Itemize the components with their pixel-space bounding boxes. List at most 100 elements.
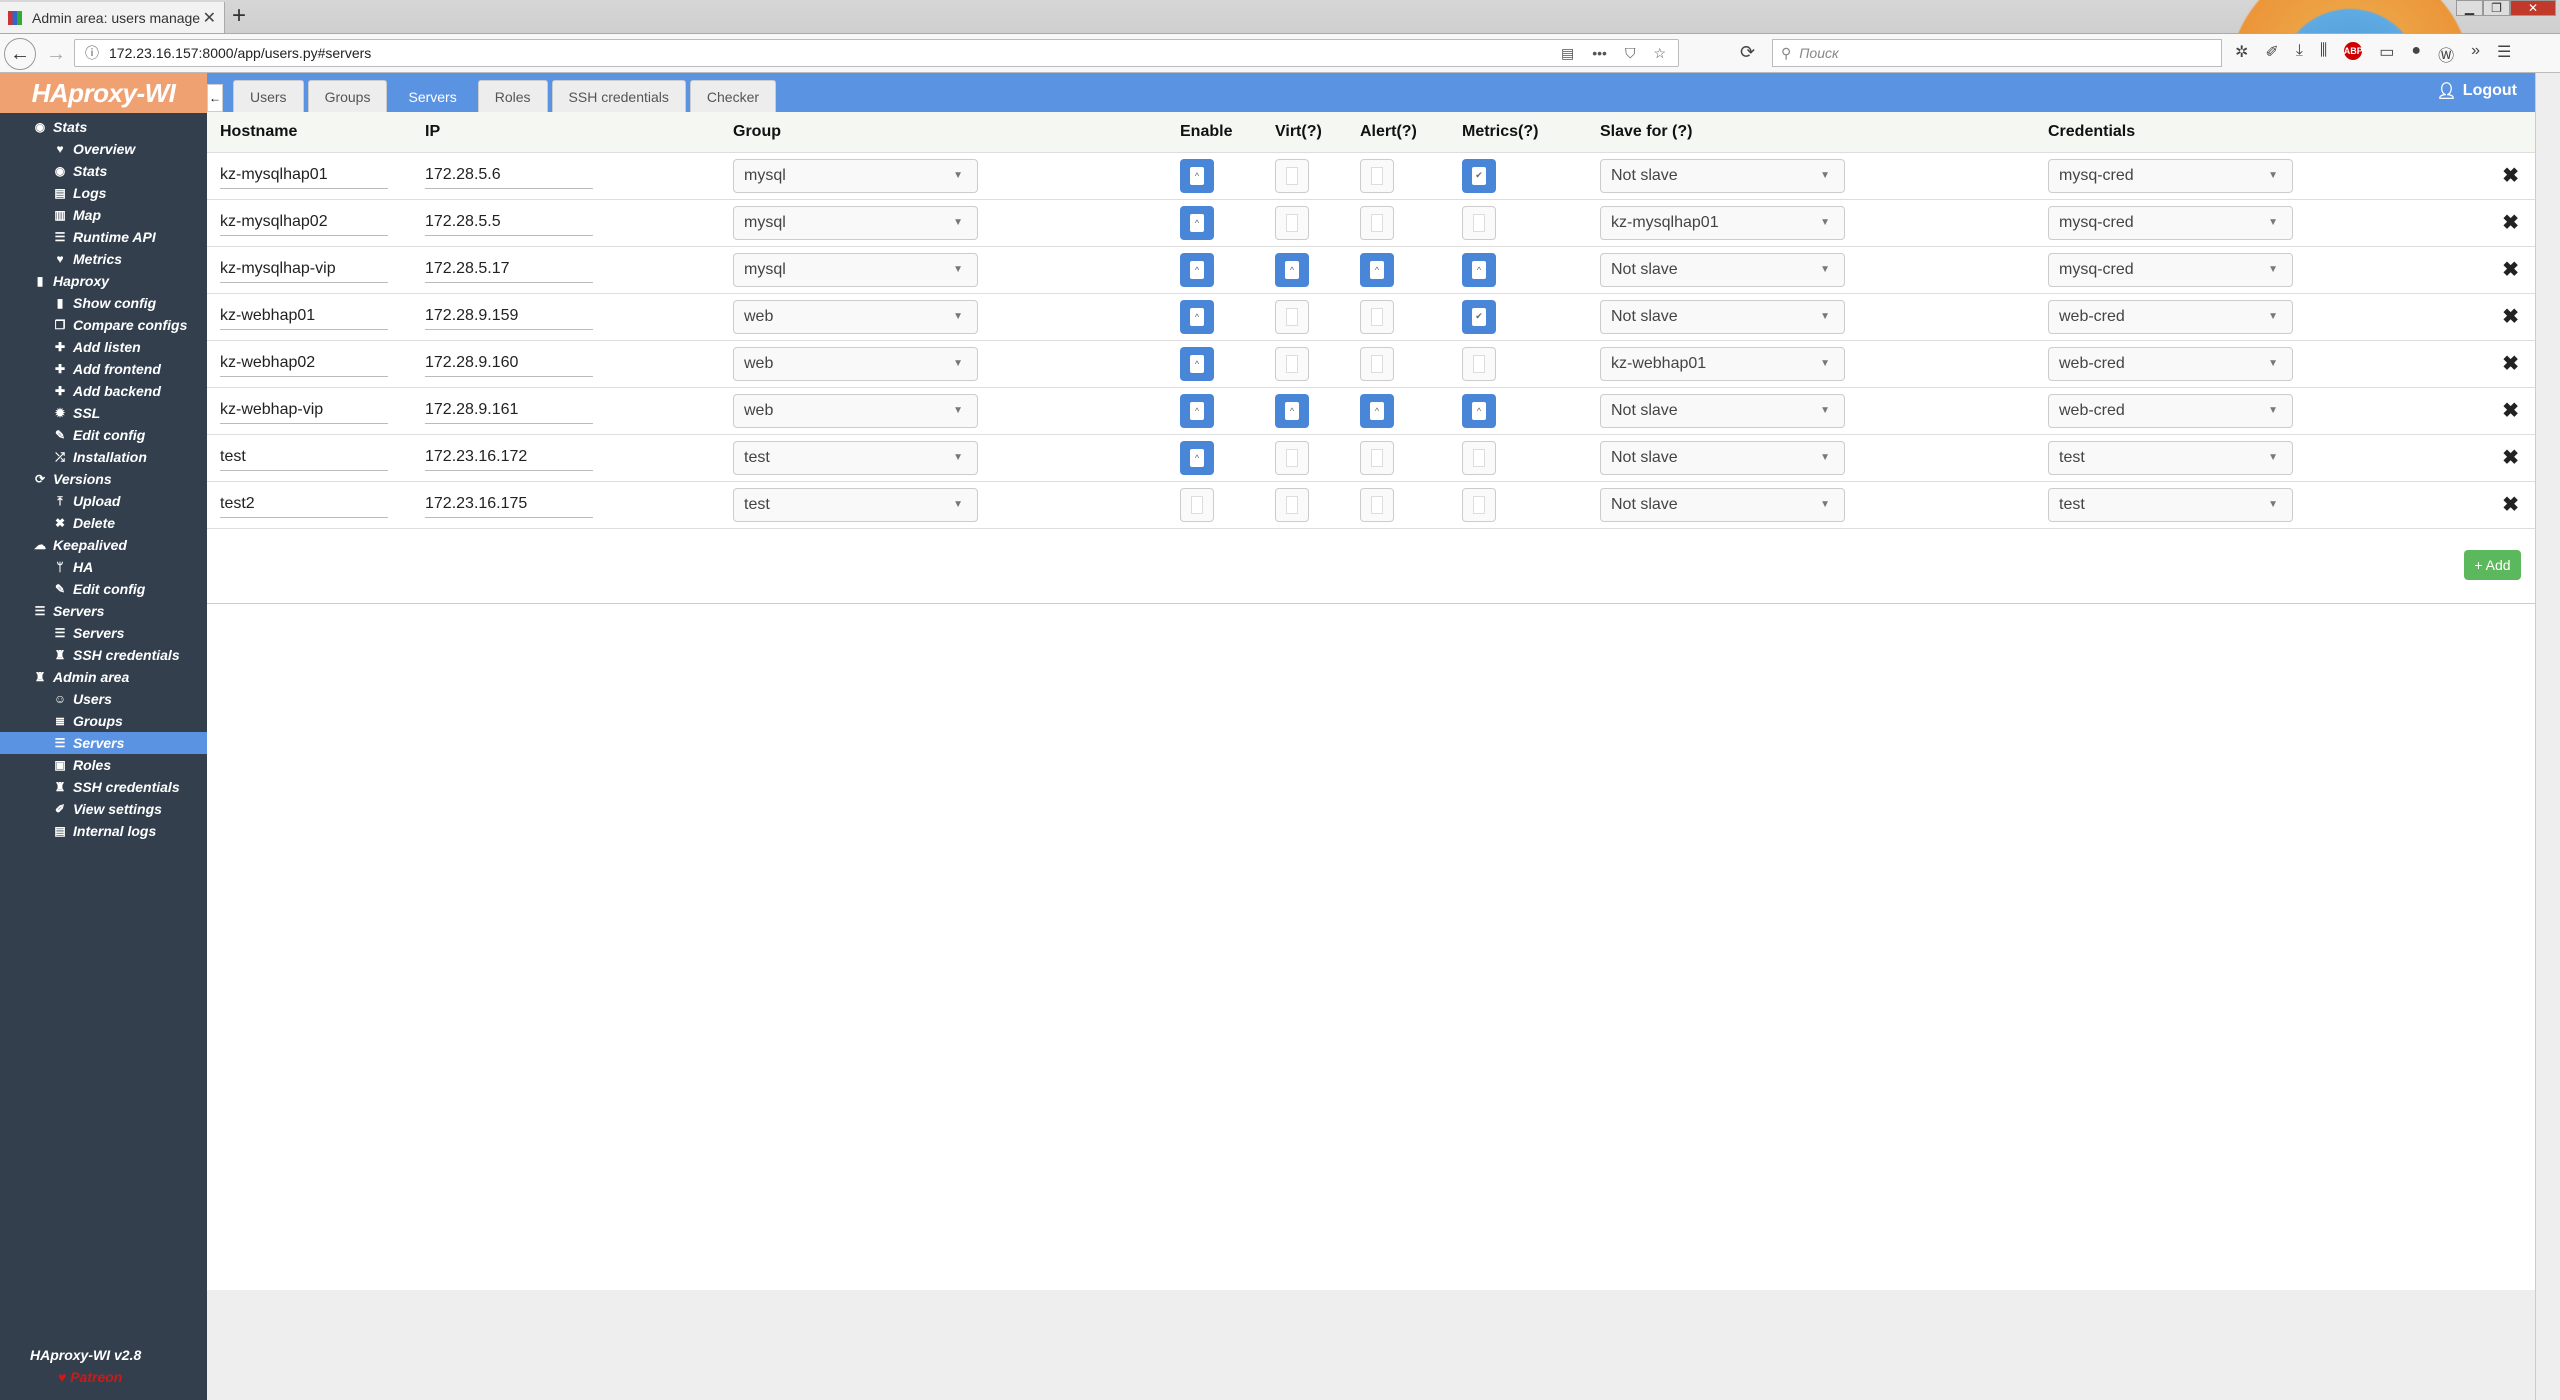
header-metrics[interactable]: Metrics(?) (1462, 112, 1600, 153)
virt-checkbox[interactable] (1275, 158, 1309, 193)
patreon-link[interactable]: ♥ Patreon (58, 1369, 141, 1385)
sidebar-item-add-listen[interactable]: ✚ Add listen (0, 336, 207, 358)
sidebar-item-admin-area[interactable]: ♜ Admin area (0, 666, 207, 688)
hostname-input[interactable] (220, 444, 388, 471)
new-tab-button[interactable]: + (232, 2, 246, 30)
minimize-button[interactable]: ▁ (2456, 0, 2483, 16)
slave-for-select[interactable]: Not slave ▼ (1600, 393, 1845, 428)
wrench-icon[interactable]: ✐ (2265, 42, 2278, 66)
tab-groups[interactable]: Groups (307, 80, 388, 112)
sidebar-item-metrics[interactable]: ♥ Metrics (0, 248, 207, 270)
slave-for-select[interactable]: kz-mysqlhap01 ▼ (1600, 205, 1845, 240)
sidebar-item-edit-config[interactable]: ✎ Edit config (0, 424, 207, 446)
enable-checkbox[interactable]: ^ (1180, 393, 1214, 428)
browser-search-input[interactable]: ⚲ Поиск (1772, 39, 2222, 67)
delete-icon[interactable]: ✖ (2502, 447, 2519, 469)
header-alert[interactable]: Alert(?) (1360, 112, 1462, 153)
group-select[interactable]: test ▼ (733, 487, 978, 522)
sidebar-item-internal-logs[interactable]: ▤ Internal logs (0, 820, 207, 842)
credentials-select[interactable]: test ▼ (2048, 487, 2293, 522)
slave-for-select[interactable]: Not slave ▼ (1600, 252, 1845, 287)
delete-icon[interactable]: ✖ (2502, 212, 2519, 234)
hostname-input[interactable] (220, 350, 388, 377)
more-actions-icon[interactable]: ••• (1592, 45, 1607, 62)
sidebar-icon[interactable]: ▭ (2379, 42, 2394, 66)
abp-icon[interactable]: ABP (2344, 42, 2363, 60)
app-logo[interactable]: HAproxy-WI (0, 73, 207, 113)
gear-icon[interactable]: ✲ (2235, 42, 2248, 66)
virt-checkbox[interactable] (1275, 440, 1309, 475)
sidebar-item-edit-config[interactable]: ✎ Edit config (0, 578, 207, 600)
back-button[interactable]: ← (4, 38, 36, 70)
virt-checkbox[interactable]: ^ (1275, 252, 1309, 287)
credentials-select[interactable]: mysq-cred ▼ (2048, 252, 2293, 287)
group-select[interactable]: mysql ▼ (733, 158, 978, 193)
group-select[interactable]: test ▼ (733, 440, 978, 475)
group-select[interactable]: web ▼ (733, 393, 978, 428)
ip-input[interactable] (425, 303, 593, 330)
header-slave[interactable]: Slave for (?) (1600, 112, 2048, 153)
sidebar-item-map[interactable]: ▥ Map (0, 204, 207, 226)
credentials-select[interactable]: web-cred ▼ (2048, 299, 2293, 334)
delete-icon[interactable]: ✖ (2502, 259, 2519, 281)
credentials-select[interactable]: mysq-cred ▼ (2048, 205, 2293, 240)
virt-checkbox[interactable] (1275, 299, 1309, 334)
group-select[interactable]: mysql ▼ (733, 252, 978, 287)
sidebar-item-logs[interactable]: ▤ Logs (0, 182, 207, 204)
slave-for-select[interactable]: kz-webhap01 ▼ (1600, 346, 1845, 381)
sidebar-item-show-config[interactable]: ▮ Show config (0, 292, 207, 314)
ip-input[interactable] (425, 209, 593, 236)
sidebar-item-keepalived[interactable]: ☁ Keepalived (0, 534, 207, 556)
ip-input[interactable] (425, 256, 593, 283)
delete-icon[interactable]: ✖ (2502, 494, 2519, 516)
restore-button[interactable]: ❐ (2483, 0, 2510, 16)
alert-checkbox[interactable] (1360, 205, 1394, 240)
credentials-select[interactable]: web-cred ▼ (2048, 393, 2293, 428)
delete-icon[interactable]: ✖ (2502, 306, 2519, 328)
url-text[interactable]: 172.23.16.157:8000/app/users.py#servers (109, 45, 1561, 61)
sidebar-item-overview[interactable]: ♥ Overview (0, 138, 207, 160)
sidebar-item-stats[interactable]: ◉ Stats (0, 160, 207, 182)
group-select[interactable]: mysql ▼ (733, 205, 978, 240)
add-server-button[interactable]: + Add (2464, 550, 2521, 580)
metrics-checkbox[interactable] (1462, 487, 1496, 522)
close-window-button[interactable]: ✕ (2510, 0, 2556, 16)
delete-icon[interactable]: ✖ (2502, 165, 2519, 187)
metrics-checkbox[interactable] (1462, 346, 1496, 381)
slave-for-select[interactable]: Not slave ▼ (1600, 487, 1845, 522)
bookmark-star-icon[interactable]: ☆ (1653, 45, 1666, 62)
sidebar-item-roles[interactable]: ▣ Roles (0, 754, 207, 776)
metrics-checkbox[interactable]: ^ (1462, 393, 1496, 428)
virt-checkbox[interactable] (1275, 487, 1309, 522)
metrics-checkbox[interactable]: ✔ (1462, 299, 1496, 334)
metrics-checkbox[interactable]: ✔ (1462, 158, 1496, 193)
sidebar-item-upload[interactable]: ⤒ Upload (0, 490, 207, 512)
alert-checkbox[interactable]: ^ (1360, 393, 1394, 428)
ip-input[interactable] (425, 491, 593, 518)
forward-button[interactable]: → (40, 38, 72, 70)
slave-for-select[interactable]: Not slave ▼ (1600, 158, 1845, 193)
alert-checkbox[interactable]: ^ (1360, 252, 1394, 287)
delete-icon[interactable]: ✖ (2502, 400, 2519, 422)
tab-ssh-credentials[interactable]: SSH credentials (551, 80, 686, 112)
sidebar-item-servers[interactable]: ☰ Servers (0, 732, 207, 754)
virt-checkbox[interactable]: ^ (1275, 393, 1309, 428)
enable-checkbox[interactable]: ^ (1180, 299, 1214, 334)
sidebar-item-view-settings[interactable]: ✐ View settings (0, 798, 207, 820)
ip-input[interactable] (425, 350, 593, 377)
tab-users[interactable]: Users (233, 80, 304, 112)
group-select[interactable]: web ▼ (733, 299, 978, 334)
page-scrollbar[interactable] (2535, 73, 2560, 1400)
logout-button[interactable]: 👤︎ Logout (2436, 81, 2517, 101)
sidebar-item-installation[interactable]: ⤮ Installation (0, 446, 207, 468)
hostname-input[interactable] (220, 303, 388, 330)
enable-checkbox[interactable]: ^ (1180, 346, 1214, 381)
sidebar-item-haproxy[interactable]: ▮ Haproxy (0, 270, 207, 292)
library-icon[interactable]: ⫼ (2320, 42, 2327, 66)
credentials-select[interactable]: mysq-cred ▼ (2048, 158, 2293, 193)
virt-checkbox[interactable] (1275, 205, 1309, 240)
hostname-input[interactable] (220, 256, 388, 283)
sidebar-item-compare-configs[interactable]: ❐ Compare configs (0, 314, 207, 336)
alert-checkbox[interactable] (1360, 440, 1394, 475)
metrics-checkbox[interactable] (1462, 440, 1496, 475)
